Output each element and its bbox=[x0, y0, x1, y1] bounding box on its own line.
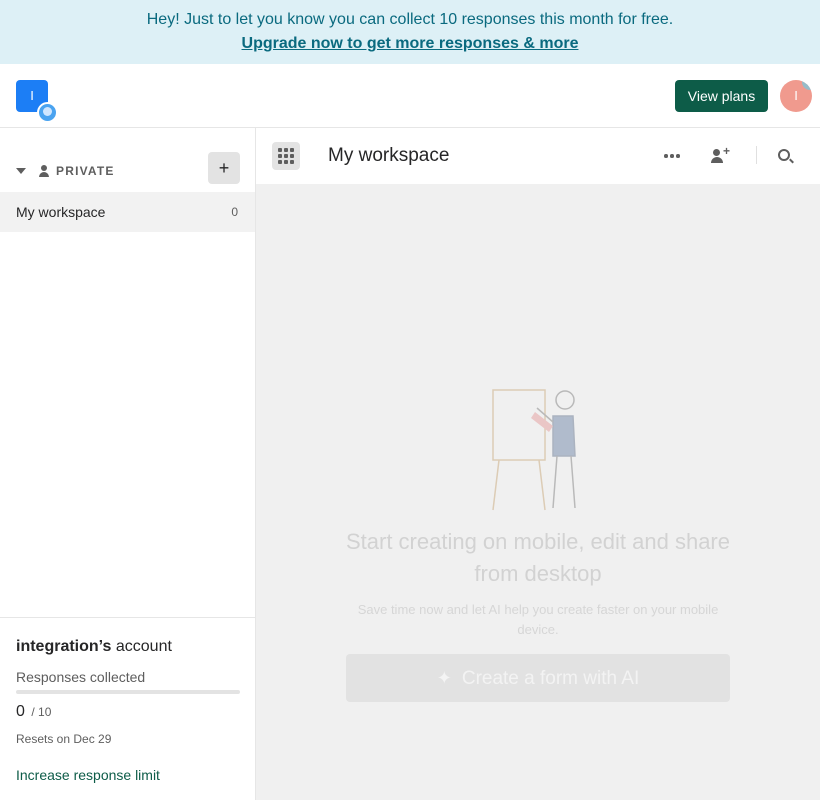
responses-collected: 0 bbox=[16, 703, 25, 720]
account-panel: integration’s account Responses collecte… bbox=[0, 617, 255, 800]
main-content: My workspace + Start creating on mobile,… bbox=[256, 128, 820, 800]
page-title: My workspace bbox=[328, 145, 450, 166]
section-label: PRIVATE bbox=[56, 164, 115, 178]
add-workspace-button[interactable]: + bbox=[208, 152, 240, 184]
more-options-icon[interactable] bbox=[664, 154, 680, 158]
search-icon[interactable] bbox=[778, 149, 790, 161]
sidebar-item-my-workspace[interactable]: My workspace 0 bbox=[0, 192, 255, 232]
private-section-header[interactable]: PRIVATE bbox=[16, 164, 115, 178]
workspace-count: 0 bbox=[231, 205, 238, 219]
upgrade-link[interactable]: Upgrade now to get more responses & more bbox=[0, 35, 820, 53]
grid-view-icon[interactable] bbox=[272, 142, 300, 170]
create-form-ai-button[interactable]: ✦ Create a form with AI bbox=[346, 654, 730, 702]
avatar[interactable]: I bbox=[780, 80, 812, 112]
divider bbox=[756, 146, 757, 164]
workspace-name: My workspace bbox=[16, 204, 106, 220]
caret-down-icon[interactable] bbox=[16, 168, 26, 174]
sparkle-icon: ✦ bbox=[436, 668, 452, 688]
create-form-ai-label: Create a form with AI bbox=[461, 668, 640, 689]
responses-limit: / 10 bbox=[31, 705, 52, 719]
presenter-illustration bbox=[492, 389, 576, 511]
responses-count: 0 / 10 bbox=[16, 703, 51, 721]
announcement-banner: Hey! Just to let you know you can collec… bbox=[0, 0, 820, 64]
banner-message: Hey! Just to let you know you can collec… bbox=[146, 11, 674, 28]
account-owner: integration’s bbox=[16, 638, 112, 655]
reset-date: Resets on Dec 29 bbox=[16, 732, 112, 746]
empty-state-subtitle: Save time now and let AI help you create… bbox=[357, 602, 719, 637]
workspace-header: My workspace + bbox=[256, 128, 820, 184]
moon-badge-icon bbox=[37, 102, 58, 123]
responses-progress-bar bbox=[16, 690, 240, 694]
account-suffix: account bbox=[111, 638, 172, 655]
responses-label: Responses collected bbox=[16, 669, 146, 685]
top-bar: I View plans I bbox=[0, 64, 820, 128]
sidebar: PRIVATE + My workspace 0 integration’s a… bbox=[0, 128, 256, 800]
person-icon bbox=[38, 165, 50, 177]
increase-limit-link[interactable]: Increase response limit bbox=[16, 767, 160, 783]
empty-state-title: Start creating on mobile, edit and share… bbox=[345, 529, 730, 586]
invite-user-icon[interactable]: + bbox=[711, 144, 731, 165]
view-plans-button[interactable]: View plans bbox=[675, 80, 768, 112]
account-title: integration’s account bbox=[16, 638, 172, 656]
